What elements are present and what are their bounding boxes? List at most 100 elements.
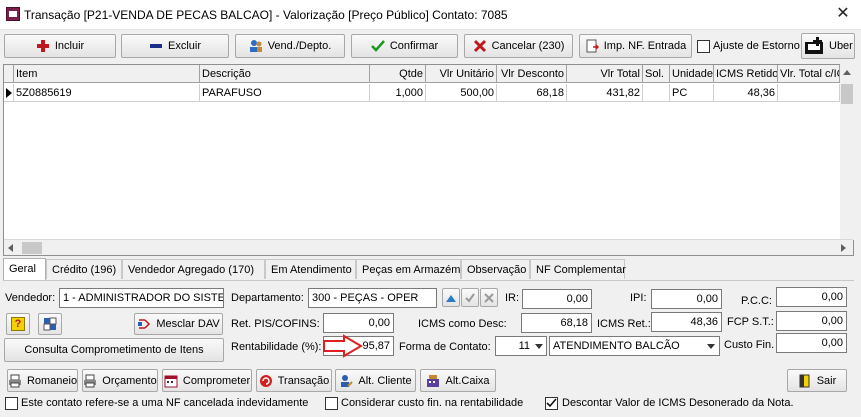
col-header-vlr-total[interactable]: Vlr Total xyxy=(567,65,643,83)
forma-contato-label: Forma de Contato: xyxy=(399,341,491,353)
tools-button[interactable] xyxy=(38,313,62,335)
excluir-label: Excluir xyxy=(167,40,201,52)
imp-nf-entrada-button[interactable]: Imp. NF. Entrada xyxy=(579,34,692,58)
merge-icon xyxy=(137,317,151,331)
forma-contato-code-field[interactable]: 11 xyxy=(495,336,547,356)
ipi-field[interactable]: 0,00 xyxy=(651,289,722,309)
pcc-label: P.C.C: xyxy=(741,295,772,307)
grid-horizontal-scrollbar[interactable] xyxy=(4,239,853,255)
col-header-item[interactable]: Item xyxy=(14,65,200,83)
cell-unidade[interactable]: PC xyxy=(670,84,714,102)
custo-fin-checkbox[interactable] xyxy=(325,397,338,410)
mesclar-dav-button[interactable]: Mesclar DAV xyxy=(134,313,223,335)
romaneio-button[interactable]: Romaneio xyxy=(7,369,78,392)
col-header-sol[interactable]: Sol. xyxy=(643,65,670,83)
car-plus-icon xyxy=(804,36,824,56)
check-small-button[interactable] xyxy=(461,288,479,307)
scroll-thumb[interactable] xyxy=(841,84,853,104)
tab-em-atendimento[interactable]: Em Atendimento xyxy=(265,259,356,279)
exit-door-icon xyxy=(798,374,812,388)
custo-fin-checkbox-label: Considerar custo fin. na rentabilidade xyxy=(341,397,524,409)
pis-cofins-field[interactable]: 0,00 xyxy=(323,313,394,333)
col-header-qtde[interactable]: Qtde xyxy=(370,65,426,83)
cell-icms-retido[interactable]: 48,36 xyxy=(714,84,778,102)
col-header-vlr-desconto[interactable]: Vlr Desconto xyxy=(497,65,567,83)
col-header-vlr-unitario[interactable]: Vlr Unitário xyxy=(426,65,497,83)
descontar-icms-checkbox[interactable] xyxy=(545,397,558,410)
tab-observacao[interactable]: Observação xyxy=(461,259,530,279)
confirmar-button[interactable]: Confirmar xyxy=(351,34,458,58)
vendedor-label: Vendedor: xyxy=(5,292,56,304)
custo-fin-label: Custo Fin. xyxy=(724,339,775,351)
rentabilidade-label: Rentabilidade (%): xyxy=(231,341,322,353)
departamento-field[interactable]: 300 - PEÇAS - OPER xyxy=(308,288,437,308)
title-bar: Transação [P21-VENDA DE PECAS BALCAO] - … xyxy=(0,0,861,30)
triangle-up-button[interactable] xyxy=(442,288,460,307)
ir-field[interactable]: 0,00 xyxy=(522,289,592,309)
cell-qtde[interactable]: 1,000 xyxy=(370,84,426,102)
red-arrow-annotation xyxy=(323,334,363,358)
alt-cliente-button[interactable]: Alt. Cliente xyxy=(335,369,416,392)
nf-cancelada-checkbox[interactable] xyxy=(5,397,18,410)
ir-label: IR: xyxy=(505,292,520,304)
custo-fin-field[interactable]: 0,00 xyxy=(776,333,847,353)
fcp-st-field[interactable]: 0,00 xyxy=(776,311,847,331)
minus-icon xyxy=(149,39,163,53)
alt-caixa-button[interactable]: Alt.Caixa xyxy=(420,369,496,392)
cell-vlr-unitario[interactable]: 500,00 xyxy=(426,84,497,102)
help-button[interactable]: ? xyxy=(6,313,30,335)
tab-nf-complementar[interactable]: NF Complementar xyxy=(530,259,626,279)
chevron-down-icon[interactable] xyxy=(707,344,715,349)
import-document-icon xyxy=(585,39,599,53)
cell-vlr-total[interactable]: 431,82 xyxy=(567,84,643,102)
tab-pecas-armazem[interactable]: Peças em Armazém xyxy=(356,259,461,279)
close-icon[interactable]: ✕ xyxy=(832,4,854,24)
x-small-button[interactable] xyxy=(480,288,498,307)
users-icon xyxy=(249,39,263,53)
pis-cofins-label: Ret. PIS/COFINS: xyxy=(231,318,320,330)
icms-desc-field[interactable]: 68,18 xyxy=(521,313,592,333)
cell-sol[interactable] xyxy=(643,84,670,102)
cell-descricao[interactable]: PARAFUSO xyxy=(200,84,370,102)
sair-label: Sair xyxy=(816,374,837,387)
forma-contato-select[interactable]: ATENDIMENTO BALCÃO xyxy=(549,336,720,356)
printer-icon xyxy=(83,374,97,388)
fcp-st-label: FCP S.T.: xyxy=(727,316,774,328)
cell-vlr-total-icms[interactable] xyxy=(778,84,840,102)
grid-vertical-scrollbar[interactable] xyxy=(840,64,854,240)
vend-depto-button[interactable]: Vend./Depto. xyxy=(235,34,345,58)
col-header-icms-retido[interactable]: ICMS Retido xyxy=(714,65,778,83)
incluir-button[interactable]: Incluir xyxy=(4,34,116,58)
cell-vlr-desconto[interactable]: 68,18 xyxy=(497,84,567,102)
cancelar-button[interactable]: Cancelar (230) xyxy=(464,34,573,58)
items-grid[interactable]: Item Descrição Qtde Vlr Unitário Vlr Des… xyxy=(3,64,854,256)
hscroll-thumb[interactable] xyxy=(22,242,42,254)
departamento-label: Departamento: xyxy=(231,292,304,304)
scroll-up-icon[interactable] xyxy=(843,70,851,75)
vendedor-field[interactable]: 1 - ADMINISTRADOR DO SISTEMA xyxy=(59,288,224,308)
comprometer-button[interactable]: Comprometer xyxy=(162,369,252,392)
scroll-right-icon[interactable] xyxy=(841,244,846,252)
col-header-vlr-total-icms[interactable]: Vlr. Total c/ICMS xyxy=(778,65,840,83)
chevron-down-icon[interactable] xyxy=(535,344,543,349)
uber-button[interactable]: Uber xyxy=(801,33,855,59)
orcamento-button[interactable]: Orçamento xyxy=(82,369,158,392)
consulta-comprometimento-button[interactable]: Consulta Comprometimento de Itens xyxy=(4,338,224,362)
romaneio-label: Romaneio xyxy=(26,374,78,387)
icms-ret-field[interactable]: 48,36 xyxy=(651,312,722,332)
tab-geral[interactable]: Geral xyxy=(3,258,46,280)
transacao-label: Transação xyxy=(277,374,330,387)
tab-credito[interactable]: Crédito (196) xyxy=(46,259,122,279)
col-header-unidade[interactable]: Unidade xyxy=(670,65,714,83)
ajuste-estorno-checkbox[interactable] xyxy=(697,40,710,53)
check-icon xyxy=(465,292,475,303)
pcc-field[interactable]: 0,00 xyxy=(776,287,847,307)
scroll-left-icon[interactable] xyxy=(8,244,13,252)
transacao-button[interactable]: Transação xyxy=(256,369,332,392)
sair-button[interactable]: Sair xyxy=(787,369,847,392)
forma-contato-value: ATENDIMENTO BALCÃO xyxy=(553,340,680,352)
excluir-button[interactable]: Excluir xyxy=(121,34,229,58)
tab-vendedor-agregado[interactable]: Vendedor Agregado (170) xyxy=(122,259,265,279)
cell-item[interactable]: 5Z0885619 xyxy=(14,84,200,102)
col-header-descricao[interactable]: Descrição xyxy=(200,65,370,83)
